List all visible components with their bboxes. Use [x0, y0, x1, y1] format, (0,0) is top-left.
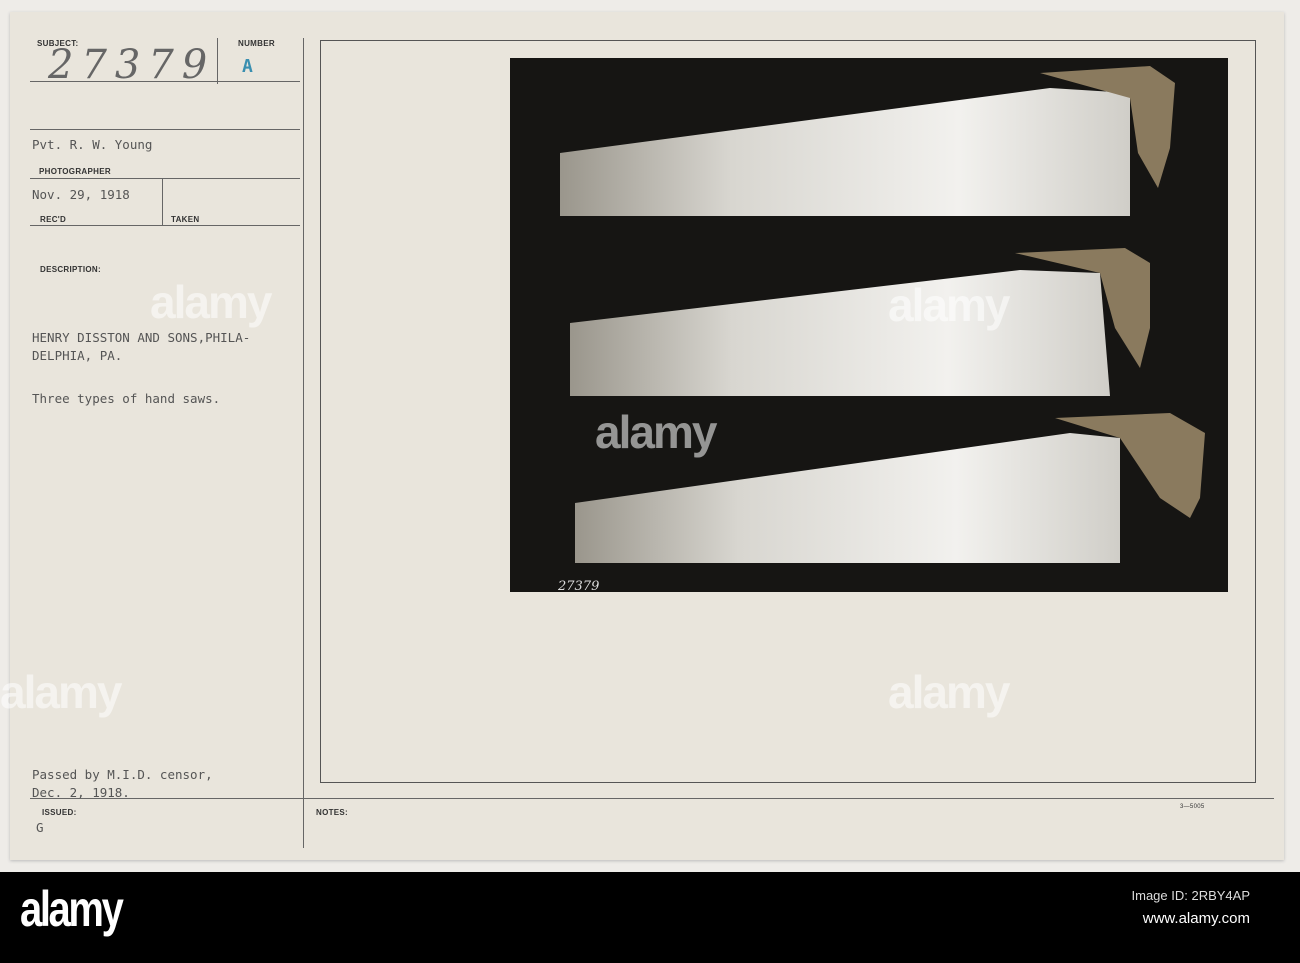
description-line-3: Three types of hand saws. — [32, 391, 221, 406]
form-number: 3—5005 — [1180, 804, 1205, 810]
alamy-url[interactable]: www.alamy.com — [1143, 910, 1250, 927]
description-line-1: HENRY DISSTON AND SONS,PHILA- — [32, 330, 251, 345]
received-date: Nov. 29, 1918 — [32, 187, 130, 202]
watermark-alamy: alamy — [888, 279, 1010, 331]
censor-line-1: Passed by M.I.D. censor, — [32, 767, 213, 782]
watermark-alamy: alamy — [888, 666, 1010, 718]
image-id: Image ID: 2RBY4AP — [1131, 888, 1251, 903]
number-value: A — [242, 56, 253, 77]
issued-label: ISSUED: — [42, 808, 77, 817]
photo-number: 27379 — [557, 579, 599, 592]
alamy-footer: alamy Image ID: 2RBY4AP www.alamy.com — [0, 872, 1300, 963]
notes-label: NOTES: — [316, 808, 349, 817]
description-line-2: DELPHIA, PA. — [32, 348, 123, 363]
watermark-alamy: alamy — [595, 406, 717, 458]
saw-1 — [560, 66, 1175, 216]
photograph-hand-saws: 27379 — [510, 58, 1228, 594]
description-label: DESCRIPTION: — [40, 265, 101, 274]
saws-illustration: 27379 — [557, 66, 1205, 594]
photographer-name: Pvt. R. W. Young — [32, 137, 153, 152]
watermark-alamy: alamy — [0, 666, 122, 718]
alamy-logo: alamy — [20, 881, 124, 937]
number-label: NUMBER — [238, 39, 275, 48]
saw-2 — [570, 248, 1150, 396]
issued-value: G — [36, 820, 44, 835]
taken-label: TAKEN — [171, 215, 200, 224]
watermark-alamy: alamy — [150, 276, 272, 328]
received-label: REC'D — [40, 215, 67, 224]
photographer-label: PHOTOGRAPHER — [39, 167, 111, 176]
